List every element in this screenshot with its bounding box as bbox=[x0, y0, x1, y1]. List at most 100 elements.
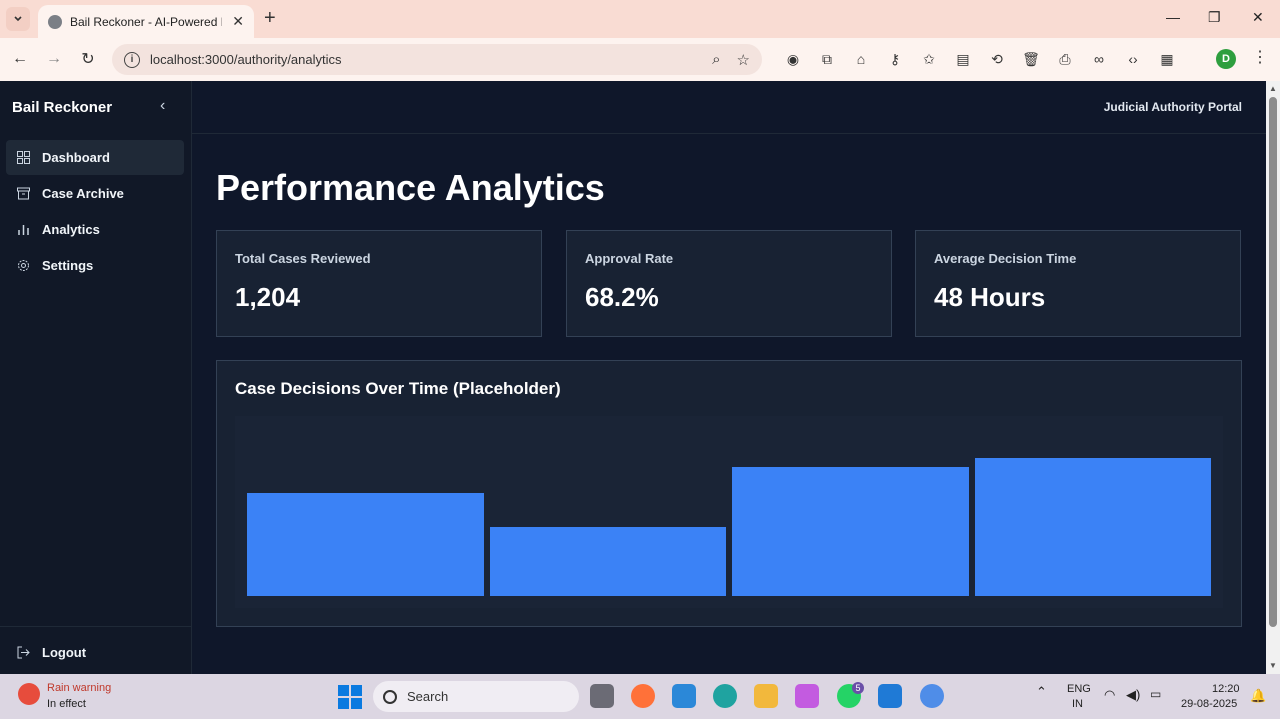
restore-icon[interactable]: ❐ bbox=[1208, 9, 1221, 26]
search-icon bbox=[383, 689, 397, 704]
wifi-icon[interactable]: ◠ bbox=[1104, 687, 1115, 703]
logout-label: Logout bbox=[42, 644, 87, 660]
minimize-icon[interactable]: — bbox=[1166, 9, 1180, 25]
bar-chart bbox=[235, 416, 1223, 608]
stat-card-total-cases: Total Cases Reviewed 1,204 bbox=[216, 230, 542, 337]
trash-icon[interactable]: 🗑 bbox=[1014, 48, 1048, 70]
window-close-icon[interactable]: ✕ bbox=[1252, 9, 1264, 26]
forward-icon[interactable]: → bbox=[43, 48, 65, 70]
language-secondary[interactable]: IN bbox=[1072, 698, 1083, 710]
clock-date[interactable]: 29-08-2025 bbox=[1181, 698, 1237, 710]
chrome-icon[interactable] bbox=[920, 684, 944, 708]
print-icon[interactable]: ⎙ bbox=[1048, 48, 1082, 70]
reading-list-icon[interactable]: ▤ bbox=[946, 48, 980, 70]
sidebar-item-case-archive[interactable]: Case Archive bbox=[6, 176, 184, 211]
browser-tab-active[interactable]: Bail Reckoner - AI-Powered Bail ✕ bbox=[38, 5, 254, 38]
code-icon[interactable]: ‹› bbox=[1116, 48, 1150, 70]
taskbar-search[interactable]: Search bbox=[373, 681, 579, 712]
url-text[interactable]: localhost:3000/authority/analytics bbox=[150, 52, 342, 67]
back-icon[interactable]: ← bbox=[9, 48, 31, 70]
logout-icon bbox=[16, 645, 30, 659]
sidebar-item-label: Settings bbox=[42, 258, 94, 273]
notifications-icon[interactable]: 🔔 bbox=[1250, 688, 1266, 704]
address-bar[interactable]: i localhost:3000/authority/analytics ⌕ ☆ bbox=[112, 44, 762, 75]
globe-icon bbox=[48, 14, 62, 29]
reload-icon[interactable]: ↻ bbox=[77, 48, 99, 70]
sidebar-item-settings[interactable]: Settings bbox=[6, 248, 184, 283]
link-icon[interactable]: ∞ bbox=[1082, 48, 1116, 70]
clock-time[interactable]: 12:20 bbox=[1212, 683, 1240, 695]
app-root: Bail Reckoner ‹ Dashboard Case Archive A… bbox=[0, 81, 1266, 674]
logout-button[interactable]: Logout bbox=[0, 643, 191, 661]
stat-card-approval-rate: Approval Rate 68.2% bbox=[566, 230, 892, 337]
vscode-icon[interactable] bbox=[878, 684, 902, 708]
weather-title[interactable]: Rain warning bbox=[47, 682, 111, 694]
chart-bar bbox=[732, 467, 969, 596]
tab-search-button[interactable] bbox=[6, 7, 30, 31]
main-content: Judicial Authority Portal Performance An… bbox=[192, 81, 1266, 674]
task-view-icon[interactable] bbox=[590, 684, 614, 708]
brand-title: Bail Reckoner bbox=[12, 99, 113, 116]
scroll-up-arrow-icon[interactable]: ▲ bbox=[1269, 84, 1277, 93]
more-menu-icon[interactable]: ⋮ bbox=[1252, 47, 1268, 67]
windows-start-icon[interactable] bbox=[338, 685, 362, 709]
collapse-sidebar-icon[interactable]: ‹ bbox=[160, 97, 165, 115]
weather-warning-icon[interactable] bbox=[18, 683, 40, 705]
file-explorer-icon[interactable] bbox=[754, 684, 778, 708]
new-tab-button[interactable]: + bbox=[264, 8, 276, 28]
chevron-down-icon bbox=[14, 16, 22, 22]
sidebar-panel-icon[interactable]: ▦ bbox=[1150, 48, 1184, 70]
chart-bar bbox=[247, 492, 484, 596]
copilot-icon[interactable] bbox=[795, 684, 819, 708]
bar-chart-icon bbox=[16, 223, 30, 237]
chart-bar bbox=[974, 458, 1211, 596]
stat-value: 1,204 bbox=[235, 282, 301, 312]
sidebar-item-label: Case Archive bbox=[42, 186, 124, 201]
language-primary[interactable]: ENG bbox=[1067, 683, 1091, 695]
key-icon[interactable]: ⚷ bbox=[878, 48, 912, 70]
page-scrollbar[interactable]: ▲ ▼ bbox=[1266, 81, 1280, 674]
stat-value: 68.2% bbox=[585, 282, 659, 312]
history-icon[interactable]: ⟲ bbox=[980, 48, 1014, 70]
close-icon[interactable]: ✕ bbox=[232, 13, 244, 30]
incognito-icon[interactable]: ⌂ bbox=[844, 48, 878, 70]
scroll-thumb[interactable] bbox=[1269, 97, 1277, 627]
scroll-down-arrow-icon[interactable]: ▼ bbox=[1269, 661, 1277, 670]
sidebar-item-label: Dashboard bbox=[42, 150, 110, 165]
sidebar-item-analytics[interactable]: Analytics bbox=[6, 212, 184, 247]
logout-section: Logout bbox=[0, 626, 191, 674]
stat-label: Total Cases Reviewed bbox=[235, 251, 371, 266]
stat-label: Average Decision Time bbox=[934, 251, 1077, 266]
favorites-icon[interactable]: ✩ bbox=[912, 48, 946, 70]
extension-icon-1[interactable]: ◉ bbox=[776, 48, 810, 70]
weather-subtitle[interactable]: In effect bbox=[47, 698, 86, 710]
browser-tab-strip: Bail Reckoner - AI-Powered Bail ✕ + — ❐ … bbox=[0, 0, 1280, 38]
sidebar-item-dashboard[interactable]: Dashboard bbox=[6, 140, 184, 175]
edge-icon[interactable] bbox=[713, 684, 737, 708]
stat-label: Approval Rate bbox=[585, 251, 674, 266]
site-info-icon[interactable]: i bbox=[124, 51, 140, 68]
browser-toolbar: ← → ↻ i localhost:3000/authority/analyti… bbox=[0, 38, 1280, 81]
chevron-up-icon[interactable]: ⌃ bbox=[1036, 684, 1047, 700]
tab-title: Bail Reckoner - AI-Powered Bail bbox=[70, 14, 222, 29]
battery-icon[interactable]: ▭ bbox=[1150, 687, 1161, 701]
search-label: Search bbox=[407, 689, 449, 704]
bookmark-star-icon[interactable]: ☆ bbox=[737, 51, 750, 69]
archive-icon bbox=[16, 187, 30, 201]
profile-avatar[interactable]: D bbox=[1216, 49, 1236, 69]
stat-value: 48 Hours bbox=[934, 282, 1046, 312]
puzzle-icon[interactable]: ⧉ bbox=[810, 48, 844, 70]
volume-icon[interactable]: ◀) bbox=[1126, 687, 1140, 703]
store-icon[interactable] bbox=[672, 684, 696, 708]
zoom-icon[interactable]: ⌕ bbox=[712, 51, 720, 69]
portal-label: Judicial Authority Portal bbox=[1103, 100, 1242, 114]
stat-card-decision-time: Average Decision Time 48 Hours bbox=[915, 230, 1241, 337]
gear-icon bbox=[16, 259, 30, 273]
windows-taskbar: Rain warning In effect Search 5 ⌃ ENG IN… bbox=[0, 674, 1280, 719]
sidebar: Bail Reckoner ‹ Dashboard Case Archive A… bbox=[0, 81, 192, 674]
chart-card: Case Decisions Over Time (Placeholder) bbox=[216, 360, 1242, 627]
grid-icon bbox=[16, 151, 30, 165]
whatsapp-badge: 5 bbox=[852, 682, 864, 694]
firefox-icon[interactable] bbox=[631, 684, 655, 708]
sidebar-item-label: Analytics bbox=[42, 222, 100, 237]
